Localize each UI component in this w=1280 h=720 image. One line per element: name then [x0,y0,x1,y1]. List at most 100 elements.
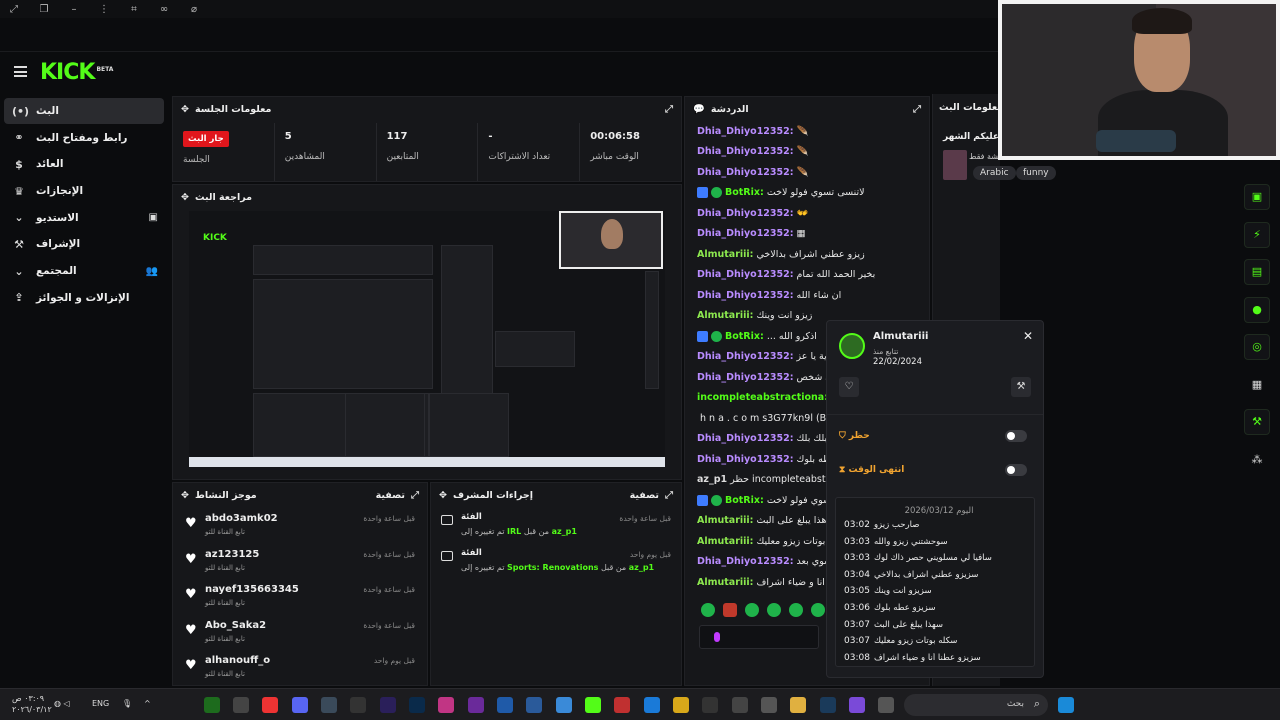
tag-funny[interactable]: funny [1016,166,1056,180]
chat-username[interactable]: Dhia_Dhiyo12352: [697,372,794,383]
app-chrome-icon[interactable] [673,697,689,713]
chat-message[interactable]: BotRix: لاتنسى تسوي فولو لاخت [685,183,929,204]
more-icon[interactable]: ⋮ [98,4,110,15]
app-icon[interactable] [526,697,542,713]
drag-handle-icon[interactable]: ✥ [181,192,189,203]
app-premiere-icon[interactable] [380,697,396,713]
expand-icon[interactable]: ⤢ [665,104,673,115]
mic-icon[interactable]: 🎙 [122,699,132,708]
chat-username[interactable]: Almutariii: [697,310,753,321]
crop-icon[interactable]: ⌗ [128,4,140,15]
chat-message[interactable]: Dhia_Dhiyo12352: 🪶 [685,162,929,183]
sidebar-item-revenue[interactable]: $ العائد [4,151,164,177]
app-obs-icon[interactable] [614,697,630,713]
chat-username[interactable]: BotRix: [725,331,764,342]
chat-username[interactable]: incompleteabstractiona: [697,392,828,403]
mod-badge-button[interactable]: ⚒ [1011,377,1031,397]
clock-date[interactable]: ٢٠٢٦/٠٣/١٢ [12,705,52,714]
mute-icon[interactable]: ⌀ [188,4,200,15]
sidebar-item-stream[interactable]: (•) البث [4,98,164,124]
minimize-icon[interactable]: – [68,4,80,15]
emote-icon[interactable] [789,603,803,617]
chat-message[interactable]: Dhia_Dhiyo12352: 🪶 [685,121,929,142]
emote-icon[interactable] [767,603,781,617]
app-icon[interactable] [732,697,748,713]
expand-icon[interactable]: ⤢ [411,490,419,501]
chat-bubble-icon[interactable]: ● [1244,296,1270,323]
app-icon[interactable] [702,697,718,713]
chat-message[interactable]: Almutariii: زيزو عطني اشراف بدالاخي [685,244,929,265]
app-kick-icon[interactable] [585,697,601,713]
chat-message[interactable]: Dhia_Dhiyo12352: بخير الحمد الله تمام [685,265,929,286]
chat-username[interactable]: Dhia_Dhiyo12352: [697,351,794,362]
link-icon[interactable]: ∞ [158,4,170,15]
app-edge-icon[interactable] [644,697,660,713]
chat-username[interactable]: Dhia_Dhiyo12352: [697,433,794,444]
app-icon[interactable] [849,697,865,713]
windows-start-icon[interactable] [1058,697,1074,713]
chat-username[interactable]: Dhia_Dhiyo12352: [697,146,794,157]
activity-filter-button[interactable]: تصفية [376,490,405,501]
app-icon[interactable] [468,697,484,713]
broadcast-icon[interactable]: ◎ [1244,334,1270,360]
expand-icon[interactable]: ⤢ [8,4,20,15]
app-outlook-icon[interactable] [497,697,513,713]
chat-username[interactable]: Dhia_Dhiyo12352: [697,228,794,239]
kick-logo[interactable]: KICK BETA [40,60,113,85]
category-thumbnail[interactable] [943,150,967,180]
chat-username[interactable]: BotRix: [725,495,764,506]
emote-icon[interactable] [811,603,825,617]
stream-preview-video[interactable]: KICK [189,211,665,467]
sidebar-item-community[interactable]: ⌄ المجتمع 👥 [4,258,164,284]
heart-button[interactable]: ♡ [839,377,859,397]
emote-icon[interactable] [723,603,737,617]
language-indicator[interactable]: ENG [92,699,109,708]
sidebar-item-stream-key[interactable]: ⚭ رابط ومفتاح البث [4,125,164,151]
wifi-icon[interactable]: ◍ ◁ [54,699,70,708]
mod-filter-button[interactable]: تصفية [630,490,659,501]
menu-icon[interactable] [14,66,27,77]
expand-icon[interactable]: ⤢ [665,490,673,501]
tag-arabic[interactable]: Arabic [973,166,1016,180]
expand-icon[interactable]: ⤢ [913,104,921,115]
app-music-icon[interactable] [350,697,366,713]
clock-time[interactable]: ٠٣:٠٩ ص [12,694,44,703]
layout-icon[interactable]: ▦ [1244,372,1270,398]
sidebar-item-drops[interactable]: ⇪ الإنزالات و الجوائز [4,285,164,311]
sidebar-item-achievements[interactable]: ♛ الإنجازات [4,178,164,204]
sidebar-item-moderation[interactable]: ⚒ الإشراف [4,231,164,257]
chat-username[interactable]: Almutariii: [697,515,753,526]
drag-handle-icon[interactable]: ✥ [181,490,189,501]
chat-message[interactable]: Dhia_Dhiyo12352: ▦ [685,224,929,245]
app-media-icon[interactable] [262,697,278,713]
wrench-icon[interactable]: ⚒ [1244,409,1270,435]
lightning-icon[interactable]: ⚡ [1244,221,1270,248]
sidebar-item-studio[interactable]: ⌄ الاستديو ▣ [4,205,164,231]
app-steam-icon[interactable] [820,697,836,713]
chat-username[interactable]: BotRix: [725,187,764,198]
chat-username[interactable]: Almutariii: [697,249,753,260]
app-photoshop-icon[interactable] [409,697,425,713]
chat-message[interactable]: Dhia_Dhiyo12352: 👐 [685,203,929,224]
screenshot-icon[interactable]: ▣ [1244,184,1270,210]
search-box[interactable]: بحث ⌕ [904,694,1048,716]
chat-username[interactable]: Dhia_Dhiyo12352: [697,208,794,219]
emote-icon[interactable] [701,603,715,617]
app-explorer-icon[interactable] [790,697,806,713]
chat-input[interactable] [699,625,819,649]
app-settings-icon[interactable] [233,697,249,713]
chevron-up-icon[interactable]: ^ [144,699,151,708]
timeout-toggle[interactable] [1005,464,1027,476]
app-discord-icon[interactable] [292,697,308,713]
drag-handle-icon[interactable]: ✥ [181,104,189,115]
chat-username[interactable]: Dhia_Dhiyo12352: [697,556,794,567]
mic-icon[interactable] [714,632,720,642]
chat-username[interactable]: Dhia_Dhiyo12352: [697,167,794,178]
restore-icon[interactable]: ❐ [38,4,50,15]
chat-username[interactable]: Almutariii: [697,536,753,547]
app-icon[interactable] [878,697,894,713]
notes-icon[interactable]: ▤ [1244,259,1270,285]
chat-message[interactable]: Dhia_Dhiyo12352: ان شاء الله [685,285,929,306]
app-icon[interactable] [321,697,337,713]
chat-username[interactable]: Dhia_Dhiyo12352: [697,290,794,301]
